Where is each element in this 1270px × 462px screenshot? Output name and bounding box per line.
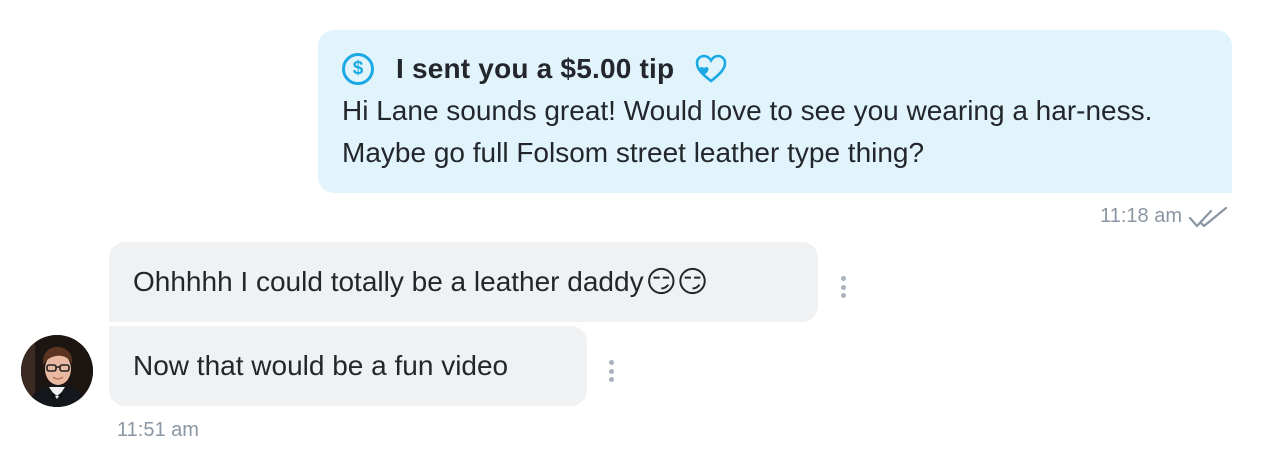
avatar[interactable] bbox=[21, 335, 93, 407]
sent-timestamp: 11:18 am bbox=[1100, 205, 1182, 227]
heart-icon[interactable] bbox=[694, 54, 728, 84]
received-message-text: Now that would be a fun video bbox=[133, 350, 509, 381]
more-vertical-icon[interactable] bbox=[841, 276, 847, 298]
received-message-bubble[interactable]: Now that would be a fun video bbox=[109, 326, 587, 406]
tip-label: I sent you a $5.00 tip bbox=[396, 53, 675, 84]
double-check-icon bbox=[1188, 206, 1228, 228]
smirk-emoji: 😏😏 bbox=[645, 265, 709, 299]
sent-message-text: Hi Lane sounds great! Would love to see … bbox=[342, 95, 1153, 168]
received-message-bubble[interactable]: Ohhhhh I could totally be a leather dadd… bbox=[109, 242, 818, 322]
dollar-circle-icon: $ bbox=[342, 53, 374, 85]
sent-message-bubble[interactable]: $ I sent you a $5.00 tip Hi Lane sounds … bbox=[318, 30, 1232, 193]
received-message-text: Ohhhhh I could totally be a leather dadd… bbox=[133, 266, 644, 297]
received-timestamp: 11:51 am bbox=[117, 419, 199, 441]
tip-header: $ I sent you a $5.00 tip bbox=[342, 50, 1208, 88]
more-vertical-icon[interactable] bbox=[609, 360, 615, 382]
